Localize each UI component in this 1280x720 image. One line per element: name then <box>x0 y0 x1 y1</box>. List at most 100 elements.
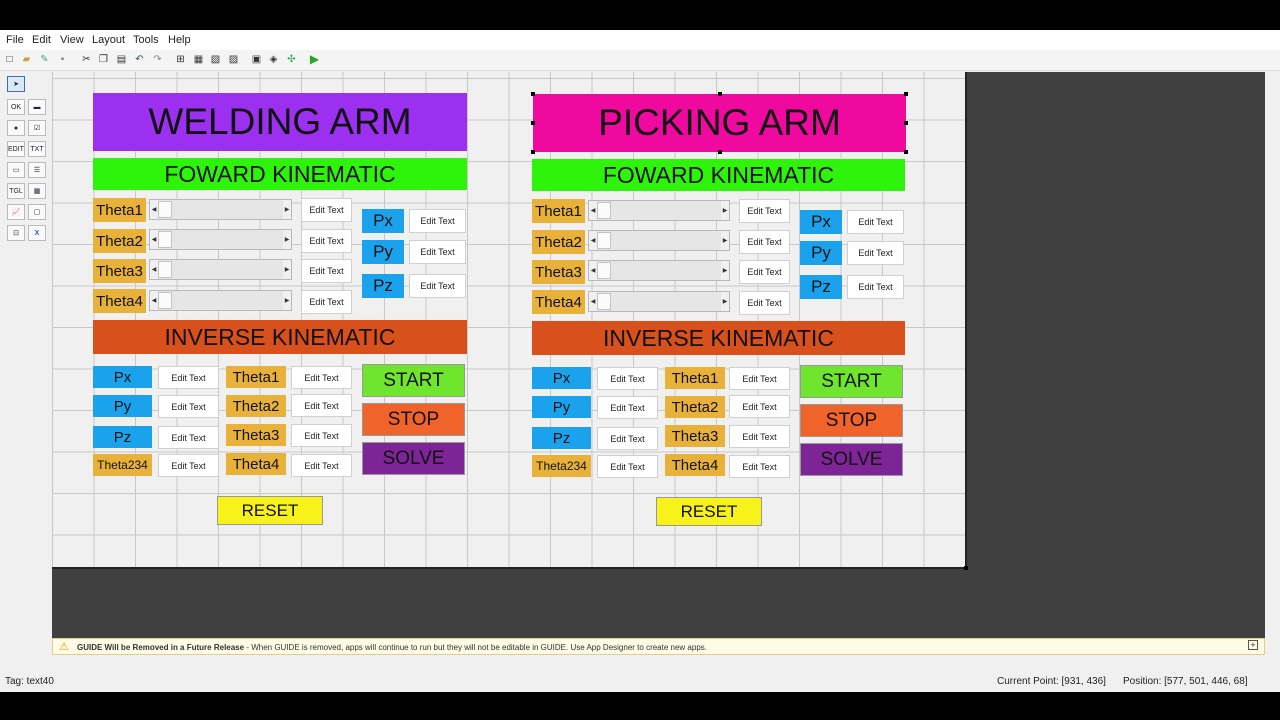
welding-fk-header[interactable]: FOWARD KINEMATIC <box>93 158 467 190</box>
save-icon[interactable]: ▪ <box>56 53 69 66</box>
welding-fk-py-edit[interactable]: Edit Text <box>409 240 466 264</box>
picking-ik-px-label[interactable]: Px <box>532 367 591 389</box>
menu-file[interactable]: File <box>6 34 24 46</box>
welding-ik-pz-edit[interactable]: Edit Text <box>158 426 219 449</box>
picking-fk-theta3-label[interactable]: Theta3 <box>532 260 585 284</box>
welding-theta4-slider[interactable]: ◀ ▶ <box>149 290 292 311</box>
menu-view[interactable]: View <box>60 34 84 46</box>
welding-fk-theta3-edit[interactable]: Edit Text <box>301 259 352 283</box>
slider-left-arrow-icon[interactable]: ◀ <box>589 261 597 280</box>
picking-theta4-slider[interactable]: ◀ ▶ <box>588 291 730 312</box>
picking-theta2-slider[interactable]: ◀ ▶ <box>588 230 730 251</box>
slider-thumb[interactable] <box>597 232 611 249</box>
picking-fk-py-label[interactable]: Py <box>800 241 842 265</box>
selection-handle[interactable] <box>531 121 535 125</box>
welding-fk-theta4-edit[interactable]: Edit Text <box>301 290 352 314</box>
welding-reset-button[interactable]: RESET <box>217 496 323 525</box>
slider-left-arrow-icon[interactable]: ◀ <box>150 200 158 219</box>
slider-thumb[interactable] <box>597 293 611 310</box>
menu-edit[interactable]: Edit <box>32 34 51 46</box>
select-tool[interactable]: ➤ <box>7 76 25 92</box>
welding-ik-py-edit[interactable]: Edit Text <box>158 395 219 418</box>
picking-fk-py-edit[interactable]: Edit Text <box>847 241 904 265</box>
welding-arm-title[interactable]: WELDING ARM <box>93 93 467 151</box>
welding-ik-px-label[interactable]: Px <box>93 366 152 388</box>
welding-ik-theta2-edit[interactable]: Edit Text <box>291 394 352 417</box>
picking-ik-header[interactable]: INVERSE KINEMATIC <box>532 321 905 355</box>
toggle-button-tool[interactable]: TGL <box>7 183 25 199</box>
slider-left-arrow-icon[interactable]: ◀ <box>589 201 597 220</box>
welding-fk-theta2-edit[interactable]: Edit Text <box>301 229 352 253</box>
slider-right-arrow-icon[interactable]: ▶ <box>721 201 729 220</box>
picking-ik-pz-label[interactable]: Pz <box>532 427 591 449</box>
edit-icon[interactable]: ✎ <box>38 53 51 66</box>
figure-canvas[interactable]: WELDING ARM FOWARD KINEMATIC Theta1 Thet… <box>52 72 968 570</box>
welding-ik-header[interactable]: INVERSE KINEMATIC <box>93 320 467 354</box>
selection-handle[interactable] <box>904 150 908 154</box>
picking-start-button[interactable]: START <box>800 365 903 398</box>
slider-left-arrow-icon[interactable]: ◀ <box>150 230 158 249</box>
picking-fk-pz-edit[interactable]: Edit Text <box>847 275 904 299</box>
slider-thumb[interactable] <box>158 231 172 248</box>
picking-ik-theta1-edit[interactable]: Edit Text <box>729 367 790 390</box>
picking-stop-button[interactable]: STOP <box>800 404 903 437</box>
picking-ik-theta2-label[interactable]: Theta2 <box>665 396 725 418</box>
welding-ik-theta2-label[interactable]: Theta2 <box>226 395 286 417</box>
slider-tool[interactable]: ▬ <box>28 99 46 115</box>
welding-theta1-slider[interactable]: ◀ ▶ <box>149 199 292 220</box>
picking-fk-theta4-label[interactable]: Theta4 <box>532 290 585 314</box>
cut-icon[interactable]: ✂ <box>80 53 93 66</box>
welding-ik-theta234-edit[interactable]: Edit Text <box>158 454 219 477</box>
object-browser-icon[interactable]: ✣ <box>285 53 298 66</box>
panel-tool[interactable]: ▢ <box>28 204 46 220</box>
slider-right-arrow-icon[interactable]: ▶ <box>283 291 291 310</box>
slider-left-arrow-icon[interactable]: ◀ <box>589 292 597 311</box>
selection-handle[interactable] <box>904 121 908 125</box>
picking-arm-title[interactable]: PICKING ARM <box>533 94 906 152</box>
copy-icon[interactable]: ❐ <box>97 53 110 66</box>
picking-fk-theta2-label[interactable]: Theta2 <box>532 230 585 254</box>
picking-theta1-slider[interactable]: ◀ ▶ <box>588 200 730 221</box>
property-inspector-icon[interactable]: ◈ <box>267 53 280 66</box>
slider-right-arrow-icon[interactable]: ▶ <box>721 292 729 311</box>
picking-ik-py-edit[interactable]: Edit Text <box>597 396 658 419</box>
picking-ik-theta3-edit[interactable]: Edit Text <box>729 425 790 448</box>
welding-fk-theta1-label[interactable]: Theta1 <box>93 198 146 222</box>
edit-text-tool[interactable]: EDIT <box>7 141 25 157</box>
welding-ik-theta1-label[interactable]: Theta1 <box>226 366 286 388</box>
slider-left-arrow-icon[interactable]: ◀ <box>150 291 158 310</box>
align-icon[interactable]: ⊞ <box>174 53 187 66</box>
picking-fk-theta1-edit[interactable]: Edit Text <box>739 199 790 223</box>
run-icon[interactable]: ▶ <box>308 53 321 66</box>
welding-ik-pz-label[interactable]: Pz <box>93 426 152 448</box>
selection-handle[interactable] <box>718 150 722 154</box>
figure-resize-handle[interactable] <box>964 566 968 570</box>
checkbox-tool[interactable]: ☑ <box>28 120 46 136</box>
picking-fk-theta3-edit[interactable]: Edit Text <box>739 260 790 284</box>
welding-ik-theta4-edit[interactable]: Edit Text <box>291 454 352 477</box>
tab-order-icon[interactable]: ▧ <box>209 53 222 66</box>
welding-fk-px-edit[interactable]: Edit Text <box>409 209 466 233</box>
picking-fk-px-label[interactable]: Px <box>800 210 842 234</box>
welding-fk-pz-edit[interactable]: Edit Text <box>409 274 466 298</box>
slider-left-arrow-icon[interactable]: ◀ <box>589 231 597 250</box>
open-icon[interactable]: ▰ <box>20 53 33 66</box>
welding-ik-theta3-edit[interactable]: Edit Text <box>291 424 352 447</box>
menu-tools[interactable]: Tools <box>133 34 159 46</box>
welding-fk-theta3-label[interactable]: Theta3 <box>93 259 146 283</box>
slider-right-arrow-icon[interactable]: ▶ <box>721 231 729 250</box>
static-text-tool[interactable]: TXT <box>28 141 46 157</box>
welding-fk-theta1-edit[interactable]: Edit Text <box>301 198 352 222</box>
push-button-tool[interactable]: OK <box>7 99 25 115</box>
radio-button-tool[interactable]: ● <box>7 120 25 136</box>
editor-icon[interactable]: ▣ <box>250 53 263 66</box>
picking-ik-theta234-edit[interactable]: Edit Text <box>597 455 658 478</box>
picking-fk-theta2-edit[interactable]: Edit Text <box>739 230 790 254</box>
slider-right-arrow-icon[interactable]: ▶ <box>283 200 291 219</box>
picking-ik-theta1-label[interactable]: Theta1 <box>665 367 725 389</box>
expand-icon[interactable]: + <box>1248 640 1258 650</box>
picking-ik-theta4-label[interactable]: Theta4 <box>665 454 725 476</box>
welding-start-button[interactable]: START <box>362 364 465 397</box>
picking-solve-button[interactable]: SOLVE <box>800 443 903 476</box>
welding-theta2-slider[interactable]: ◀ ▶ <box>149 229 292 250</box>
